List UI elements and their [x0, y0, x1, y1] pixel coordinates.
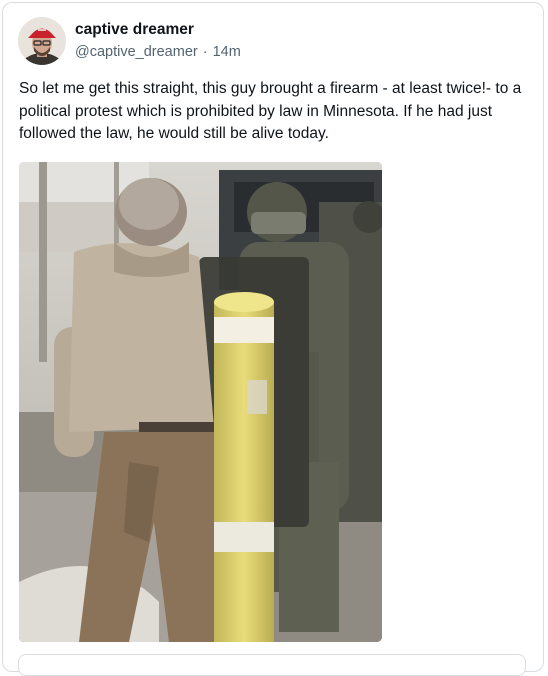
timestamp[interactable]: 14m — [213, 44, 241, 60]
meta-separator: · — [202, 44, 208, 60]
post-media-image[interactable] — [19, 162, 382, 642]
next-post-card[interactable] — [18, 654, 526, 676]
user-handle[interactable]: @captive_dreamer — [75, 44, 198, 60]
avatar-image — [18, 17, 66, 65]
display-name[interactable]: captive dreamer — [75, 21, 194, 39]
post-text: So let me get this straight, this guy br… — [19, 80, 522, 142]
avatar[interactable] — [18, 17, 66, 65]
protest-scene-image — [19, 162, 382, 642]
post-meta: @captive_dreamer · 14m — [75, 44, 241, 60]
